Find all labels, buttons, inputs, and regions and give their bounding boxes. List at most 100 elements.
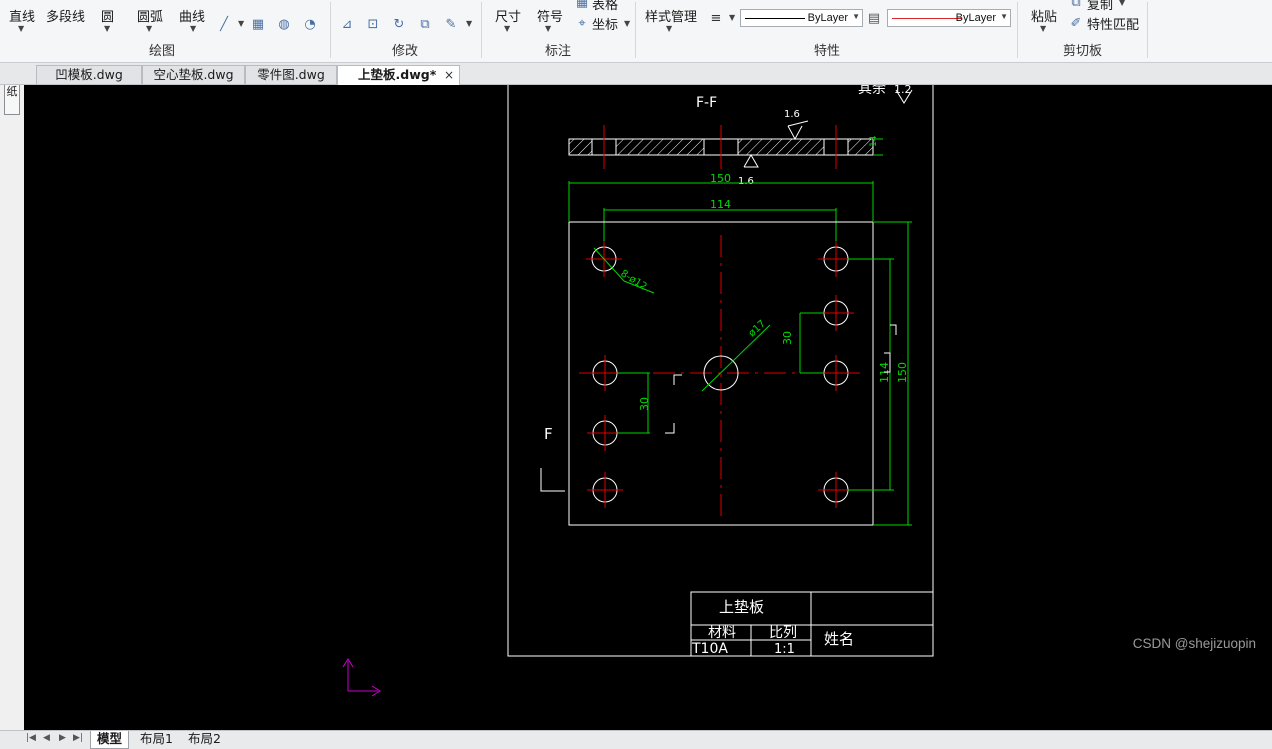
style-manager-dropdown-icon[interactable]: ▼ bbox=[666, 24, 672, 33]
section-cut-mark bbox=[665, 423, 675, 434]
dim-114-top: 114 bbox=[710, 198, 731, 211]
lineweight-icon[interactable]: ≡ bbox=[708, 10, 724, 26]
array-icon[interactable]: ⧉ bbox=[417, 16, 433, 32]
paste-tool[interactable]: 粘贴 bbox=[1031, 6, 1057, 25]
dim-center-hole: ø17 bbox=[747, 318, 768, 339]
properties-group-label: 特性 bbox=[814, 44, 841, 59]
first-layout-icon[interactable]: |◀ bbox=[26, 733, 36, 743]
dim-30-left: 30 bbox=[638, 397, 651, 411]
prev-layout-icon[interactable]: ◀ bbox=[43, 733, 50, 743]
copy-icon[interactable]: ⧉ bbox=[1068, 0, 1084, 10]
separator bbox=[481, 2, 482, 58]
linetype-combo[interactable]: ByLayer ▼ bbox=[740, 9, 863, 27]
section-cut-mark bbox=[673, 374, 682, 385]
tab-label: 上垫板.dwg* bbox=[358, 67, 437, 82]
table-icon[interactable]: ▦ bbox=[574, 0, 590, 10]
rotate-icon[interactable]: ↻ bbox=[391, 16, 407, 32]
title-scale-label: 比列 bbox=[769, 625, 797, 641]
table-tool[interactable]: 表格 bbox=[592, 0, 618, 13]
line-dropdown-icon[interactable]: ▼ bbox=[18, 24, 24, 33]
section-mark-label: F bbox=[544, 425, 553, 443]
separator bbox=[330, 2, 331, 58]
tab-label: 凹模板.dwg bbox=[55, 67, 123, 82]
paste-dropdown-icon[interactable]: ▼ bbox=[1040, 24, 1046, 33]
tab-concave-template[interactable]: 凹模板.dwg bbox=[36, 65, 142, 84]
color-swatch bbox=[892, 18, 962, 19]
layout-tab-bar: |◀ ◀ ▶ ▶| 模型 布局1 布局2 bbox=[0, 730, 1272, 749]
copy-tool[interactable]: 复制 bbox=[1087, 0, 1113, 13]
arc-tool[interactable]: 圆弧 bbox=[137, 6, 163, 25]
mirror-icon[interactable]: ⊿ bbox=[339, 16, 355, 32]
last-layout-icon[interactable]: ▶| bbox=[73, 733, 83, 743]
section-cut-mark bbox=[540, 468, 565, 492]
circle-dropdown-icon[interactable]: ▼ bbox=[104, 24, 110, 33]
tab-model[interactable]: 模型 bbox=[90, 731, 130, 749]
edit-icon[interactable]: ✎ bbox=[443, 16, 459, 32]
thickness-dimension: 14 bbox=[869, 135, 879, 147]
dimension-tool[interactable]: 尺寸 bbox=[495, 6, 521, 25]
dim-150-top: 150 bbox=[710, 172, 731, 185]
tab-layout1[interactable]: 布局1 bbox=[134, 731, 179, 748]
title-part-name: 上垫板 bbox=[719, 598, 764, 616]
document-tab-bar: 凹模板.dwg 空心垫板.dwg 零件图.dwg 上垫板.dwg* × bbox=[0, 63, 1272, 85]
lineweight-dropdown-icon[interactable]: ▼ bbox=[729, 13, 735, 22]
separator bbox=[635, 2, 636, 58]
symbol-tool[interactable]: 符号 bbox=[537, 6, 563, 25]
region-icon[interactable]: ◍ bbox=[276, 16, 292, 32]
paper-border bbox=[507, 85, 934, 657]
tab-part-drawing[interactable]: 零件图.dwg bbox=[245, 65, 337, 84]
layer-color-icon[interactable]: ▤ bbox=[866, 10, 882, 26]
scale-icon[interactable]: ⊡ bbox=[365, 16, 381, 32]
annotate-group-label: 标注 bbox=[545, 44, 572, 59]
linetype-swatch bbox=[745, 18, 805, 19]
section-cut-mark bbox=[890, 324, 897, 335]
tab-label: 空心垫板.dwg bbox=[153, 67, 234, 82]
ucs-icon bbox=[342, 658, 381, 697]
linetype-value: ByLayer bbox=[807, 12, 848, 24]
remaining-roughness-note: 其余 bbox=[858, 85, 886, 97]
modify-group-label: 修改 bbox=[392, 44, 419, 59]
modify-dropdown-icon[interactable]: ▼ bbox=[466, 19, 472, 28]
match-properties-icon[interactable]: ✐ bbox=[1068, 15, 1084, 31]
hatch-icon[interactable]: ▦ bbox=[250, 16, 266, 32]
curve-tool[interactable]: 曲线 bbox=[179, 6, 205, 25]
coordinate-dropdown-icon[interactable]: ▼ bbox=[624, 19, 630, 28]
color-value: ByLayer bbox=[955, 12, 996, 24]
side-strip: 图纸 bbox=[0, 63, 24, 748]
style-manager-tool[interactable]: 样式管理 bbox=[645, 6, 697, 25]
arc-dropdown-icon[interactable]: ▼ bbox=[146, 24, 152, 33]
close-icon[interactable]: × bbox=[444, 66, 454, 84]
polyline-tool[interactable]: 多段线 bbox=[46, 6, 85, 25]
separator bbox=[1017, 2, 1018, 58]
draw-group-label: 绘图 bbox=[149, 44, 176, 59]
watermark: CSDN @shejizuopin bbox=[1132, 636, 1256, 651]
construction-dropdown-icon[interactable]: ▼ bbox=[238, 19, 244, 28]
tab-hollow-pad[interactable]: 空心垫板.dwg bbox=[142, 65, 245, 84]
roughness-symbol-bottom bbox=[743, 154, 759, 168]
next-layout-icon[interactable]: ▶ bbox=[59, 733, 66, 743]
dimension-dropdown-icon[interactable]: ▼ bbox=[504, 24, 510, 33]
dim-30-right-lines bbox=[799, 312, 824, 374]
coordinate-tool[interactable]: 坐标 bbox=[592, 14, 618, 33]
tab-upper-pad[interactable]: 上垫板.dwg* × bbox=[337, 65, 460, 85]
construction-line-icon[interactable]: ╱ bbox=[216, 16, 232, 32]
roughness-symbol-top bbox=[787, 125, 803, 141]
dim-150-right: 150 bbox=[896, 362, 909, 383]
color-combo[interactable]: ByLayer ▼ bbox=[887, 9, 1011, 27]
coordinate-icon[interactable]: ⌖ bbox=[574, 15, 590, 31]
copy-dropdown-icon[interactable]: ▼ bbox=[1119, 0, 1125, 7]
boundary-icon[interactable]: ◔ bbox=[302, 16, 318, 32]
line-tool[interactable]: 直线 bbox=[9, 6, 35, 25]
clipboard-group-label: 剪切板 bbox=[1063, 44, 1103, 59]
symbol-dropdown-icon[interactable]: ▼ bbox=[545, 24, 551, 33]
drawing-canvas[interactable]: F-F 其余 1.2 14 1.6 1.6 150 114 8-ø12 ø17 … bbox=[24, 85, 1272, 730]
chevron-down-icon: ▼ bbox=[852, 12, 860, 21]
circle-tool[interactable]: 圆 bbox=[101, 6, 114, 25]
hole bbox=[587, 472, 623, 508]
tab-layout2[interactable]: 布局2 bbox=[182, 731, 227, 748]
match-properties-tool[interactable]: 特性匹配 bbox=[1087, 14, 1139, 33]
title-material-value: T10A bbox=[691, 641, 728, 657]
drawing-svg: F-F 其余 1.2 14 1.6 1.6 150 114 8-ø12 ø17 … bbox=[342, 85, 934, 697]
roughness-top-value: 1.6 bbox=[784, 109, 800, 120]
curve-dropdown-icon[interactable]: ▼ bbox=[190, 24, 196, 33]
